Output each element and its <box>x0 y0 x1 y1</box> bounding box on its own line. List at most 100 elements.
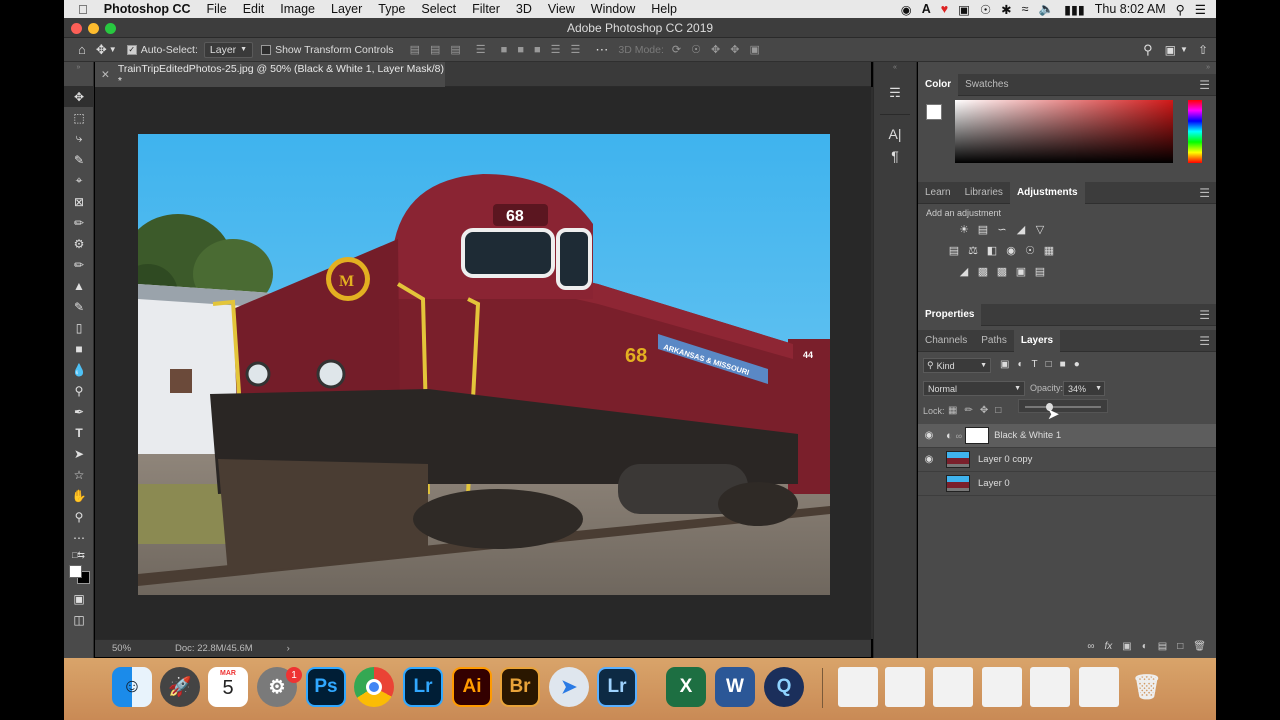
wifi-icon[interactable]: ≈ <box>1022 2 1029 16</box>
hue-slider[interactable] <box>1188 100 1202 163</box>
lightroom-icon[interactable]: Lr <box>403 667 443 707</box>
lock-artboard-icon[interactable]: □ <box>995 405 1001 416</box>
eraser-tool-icon[interactable]: ▯ <box>64 317 94 338</box>
color-lookup-icon[interactable]: ▦ <box>1041 243 1057 257</box>
menu-window[interactable]: Window <box>583 2 643 16</box>
more-options-icon[interactable]: ⋯ <box>595 42 608 58</box>
menu-3d[interactable]: 3D <box>508 2 540 16</box>
shape-filter-icon[interactable]: □ <box>1046 359 1052 370</box>
sync-icon[interactable]: ☉ <box>980 2 991 17</box>
document-stack-icon[interactable] <box>885 667 925 707</box>
show-transform-checkbox[interactable] <box>261 44 272 55</box>
pen-tool-icon[interactable]: ✒ <box>64 401 94 422</box>
hue-saturation-icon[interactable]: ▤ <box>946 243 962 257</box>
blur-tool-icon[interactable]: 💧 <box>64 359 94 380</box>
3d-roll-icon[interactable]: ☉ <box>691 43 701 56</box>
edit-toolbar-icon[interactable]: ⋯ <box>64 527 94 548</box>
word-icon[interactable]: W <box>715 667 755 707</box>
quick-mask-icon[interactable]: ▣ <box>64 588 94 609</box>
quicktime-icon[interactable]: Q <box>764 667 804 707</box>
tab-properties[interactable]: Properties <box>918 303 982 326</box>
opacity-field[interactable]: 34% ▼ <box>1063 381 1105 396</box>
lightroom-classic-icon[interactable]: Lr <box>597 667 637 707</box>
menu-image[interactable]: Image <box>272 2 323 16</box>
bridge-icon[interactable]: Br <box>500 667 540 707</box>
document-stack-icon[interactable] <box>933 667 973 707</box>
menu-file[interactable]: File <box>199 2 235 16</box>
exposure-icon[interactable]: ◢ <box>1013 222 1029 236</box>
zoom-level[interactable]: 50% <box>112 643 131 654</box>
workspace-icon[interactable]: ▣ <box>1165 43 1176 57</box>
quick-select-tool-icon[interactable]: ✎ <box>64 149 94 170</box>
link-icon[interactable]: ∞ <box>956 431 962 441</box>
pixel-filter-icon[interactable]: ▣ <box>1000 359 1009 370</box>
notification-icon[interactable]: ☰ <box>1195 2 1206 17</box>
color-balance-icon[interactable]: ⚖ <box>965 243 981 257</box>
gradient-map-icon[interactable]: ▤ <box>1032 264 1048 278</box>
shape-tool-icon[interactable]: ☆ <box>64 464 94 485</box>
calendar-icon[interactable]: MAR 5 <box>208 667 248 707</box>
move-tool-icon[interactable]: ✥ <box>64 86 94 107</box>
blend-mode-dropdown[interactable]: Normal ▼ <box>923 381 1025 396</box>
volume-icon[interactable]: 🔈 <box>1039 2 1055 17</box>
chevron-down-icon[interactable]: ▼ <box>109 45 117 54</box>
filter-toggle-icon[interactable]: ● <box>1074 359 1080 370</box>
layer-row[interactable]: ◉ ◐ ∞ Black & White 1 <box>918 424 1216 448</box>
3d-rotate-icon[interactable]: ⟳ <box>672 43 681 56</box>
close-tab-icon[interactable]: ✕ <box>101 69 110 81</box>
home-icon[interactable]: ⌂ <box>78 42 86 57</box>
tab-learn[interactable]: Learn <box>918 182 958 204</box>
history-brush-tool-icon[interactable]: ✎ <box>64 296 94 317</box>
tab-swatches[interactable]: Swatches <box>958 74 1015 96</box>
layer-thumbnail[interactable] <box>946 475 970 492</box>
trash-icon[interactable]: 🗑 <box>1127 667 1167 707</box>
finder-icon[interactable]: ☺ <box>112 667 152 707</box>
excel-icon[interactable]: X <box>666 667 706 707</box>
expand-panels-icon[interactable]: « <box>874 62 916 72</box>
document-stack-icon[interactable] <box>838 667 878 707</box>
menu-filter[interactable]: Filter <box>464 2 508 16</box>
adjustment-filter-icon[interactable]: ◐ <box>1017 359 1023 370</box>
type-filter-icon[interactable]: T <box>1032 359 1038 370</box>
eyedropper-tool-icon[interactable]: ✏ <box>64 212 94 233</box>
heart-icon[interactable]: ♥ <box>941 2 948 16</box>
chevron-down-icon[interactable]: ▼ <box>1180 45 1188 54</box>
crop-tool-icon[interactable]: ⌖ <box>64 170 94 191</box>
new-adjustment-icon[interactable]: ◐ <box>1142 641 1148 652</box>
layer-name[interactable]: Black & White 1 <box>994 430 1061 441</box>
align-middle-icon[interactable]: ■ <box>517 44 524 56</box>
hand-tool-icon[interactable]: ✋ <box>64 485 94 506</box>
levels-icon[interactable]: ▤ <box>975 222 991 236</box>
channel-mixer-icon[interactable]: ☉ <box>1022 243 1038 257</box>
marquee-tool-icon[interactable]: ⬚ <box>64 107 94 128</box>
new-layer-icon[interactable]: □ <box>1177 641 1183 652</box>
photoshop-icon[interactable]: Ps <box>306 667 346 707</box>
fx-icon[interactable]: fx <box>1105 641 1113 652</box>
lasso-tool-icon[interactable]: ⤷ <box>64 128 94 149</box>
layer-name[interactable]: Layer 0 copy <box>978 454 1032 465</box>
menu-edit[interactable]: Edit <box>235 2 273 16</box>
battery-icon[interactable]: ▮▮▮ <box>1064 2 1085 17</box>
launchpad-icon[interactable]: 🚀 <box>160 667 200 707</box>
panel-menu-icon[interactable]: ☰ <box>1199 78 1216 92</box>
bluetooth-icon[interactable]: ✱ <box>1001 2 1011 17</box>
align-left-icon[interactable]: ▤ <box>410 43 420 56</box>
illustrator-icon[interactable]: Ai <box>452 667 492 707</box>
invert-icon[interactable]: ◢ <box>956 264 972 278</box>
document-stack-icon[interactable] <box>982 667 1022 707</box>
photo-filter-icon[interactable]: ◉ <box>1003 243 1019 257</box>
tab-adjustments[interactable]: Adjustments <box>1009 181 1085 204</box>
train-photo[interactable]: 44 68 M ARKANSAS & MISSOURI 68 <box>138 134 830 595</box>
lock-transparent-icon[interactable]: ▦ <box>948 405 957 416</box>
screen-mode-icon[interactable]: ◫ <box>64 609 94 630</box>
document-tab[interactable]: ✕ TrainTripEditedPhotos-25.jpg @ 50% (Bl… <box>95 62 445 87</box>
black-white-icon[interactable]: ◧ <box>984 243 1000 257</box>
posterize-icon[interactable]: ▩ <box>975 264 991 278</box>
tab-layers[interactable]: Layers <box>1013 329 1061 352</box>
type-tool-icon[interactable]: T <box>64 422 94 443</box>
panel-menu-icon[interactable]: ☰ <box>1199 186 1216 200</box>
search-icon[interactable]: ⚲ <box>1143 42 1153 58</box>
opacity-slider-popup[interactable] <box>1018 399 1108 413</box>
tab-libraries[interactable]: Libraries <box>958 182 1010 204</box>
gradient-tool-icon[interactable]: ■ <box>64 338 94 359</box>
